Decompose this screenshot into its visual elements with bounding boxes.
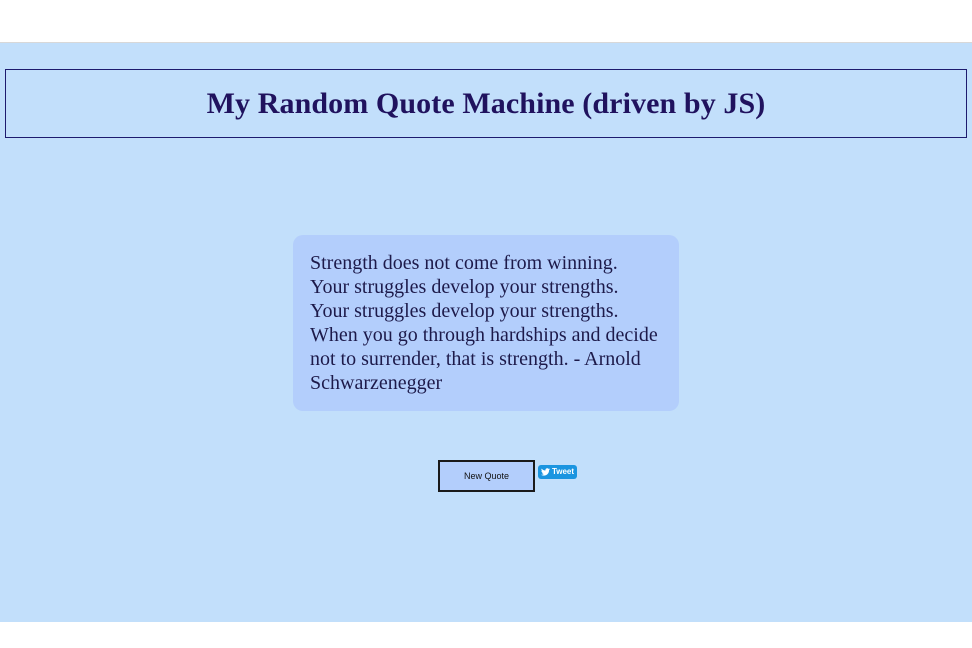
twitter-bird-icon [540,468,550,476]
tweet-button[interactable]: Tweet [538,465,577,479]
page-title: My Random Quote Machine (driven by JS) [206,86,766,120]
quote-box: Strength does not come from winning. You… [293,235,679,411]
page-background: My Random Quote Machine (driven by JS) S… [0,42,972,622]
header-box: My Random Quote Machine (driven by JS) [5,69,967,138]
tweet-label: Tweet [551,467,575,476]
quote-text: Strength does not come from winning. You… [310,252,658,394]
new-quote-button[interactable]: New Quote [438,460,535,492]
